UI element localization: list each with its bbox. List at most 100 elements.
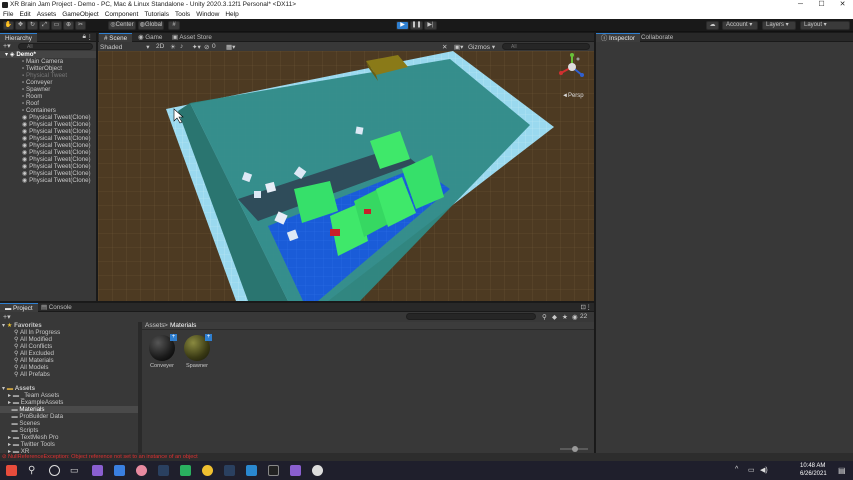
favorite-item[interactable]: ⚲ All Prefabs <box>0 371 138 378</box>
tray-chevron-icon[interactable]: ^ <box>735 466 738 473</box>
more-menu-icon[interactable]: ⋮ <box>87 33 94 41</box>
hierarchy-item[interactable]: ▪ Physical Tweet <box>0 72 96 79</box>
filter-label-icon[interactable]: ◆ <box>552 313 557 321</box>
shading-mode-dropdown[interactable]: Shaded ▾ <box>100 43 150 51</box>
clock-time[interactable]: 10:48 AM <box>800 463 825 469</box>
visual-studio-icon[interactable] <box>92 465 103 476</box>
windows-start-icon[interactable] <box>6 465 17 476</box>
camera-icon[interactable]: ▣▾ <box>454 43 463 51</box>
hierarchy-item[interactable]: ▫ Main Camera <box>0 58 96 65</box>
menu-file[interactable]: File <box>0 10 16 19</box>
steam-icon[interactable] <box>224 465 235 476</box>
hierarchy-item[interactable]: ◉ Physical Tweet(Clone) <box>0 149 96 156</box>
breadcrumb-assets[interactable]: Assets <box>145 322 165 330</box>
tree-scrollbar[interactable] <box>138 322 142 454</box>
hierarchy-search-input[interactable] <box>18 43 93 50</box>
scene-viewport[interactable] <box>98 51 594 301</box>
transform-tool-button[interactable]: ⊕ <box>63 21 74 30</box>
app-icon[interactable] <box>136 465 147 476</box>
hierarchy-item[interactable]: ◉ Physical Tweet(Clone) <box>0 156 96 163</box>
pivot-global-toggle[interactable]: ◍Global <box>138 21 164 30</box>
folder-item[interactable]: ▬ ProBuilder Data <box>0 413 138 420</box>
scale-tool-button[interactable]: ⤢ <box>39 21 50 30</box>
folder-item[interactable]: ▸ ▬ ExampleAssets <box>0 399 138 406</box>
favorite-item[interactable]: ⚲ All Models <box>0 364 138 371</box>
app-icon[interactable] <box>246 465 257 476</box>
network-icon[interactable]: ▭ <box>748 466 755 474</box>
folder-item[interactable]: ▬ Scripts <box>0 427 138 434</box>
menu-help[interactable]: Help <box>222 10 241 19</box>
add-object-button[interactable]: +▾ <box>3 42 11 50</box>
volume-icon[interactable]: ◀) <box>760 466 768 474</box>
favorite-item[interactable]: ⚲ All In Progress <box>0 329 138 336</box>
custom-tool-button[interactable]: ✂ <box>75 21 86 30</box>
folder-item[interactable]: ▬ Scenes <box>0 420 138 427</box>
chrome-icon[interactable] <box>202 465 213 476</box>
tab-scene[interactable]: # Scene <box>99 33 133 42</box>
hierarchy-item[interactable]: ▫ Conveyer <box>0 79 96 86</box>
unity-icon[interactable] <box>268 465 279 476</box>
folder-item-selected[interactable]: ▬ Materials <box>0 406 138 413</box>
folder-item[interactable]: ▸ ▬ _Team Assets <box>0 392 138 399</box>
hierarchy-item[interactable]: ▫ Room <box>0 93 96 100</box>
layers-dropdown[interactable]: Layers ▾ <box>762 21 796 30</box>
lighting-toggle-icon[interactable]: ☀ <box>170 43 176 51</box>
create-asset-button[interactable]: +▾ <box>3 313 11 321</box>
breadcrumb-materials[interactable]: Materials <box>170 322 196 330</box>
rect-tool-button[interactable]: ▭ <box>51 21 62 30</box>
more-menu-icon[interactable]: ⋮ <box>586 303 593 311</box>
project-search-input[interactable] <box>406 313 536 320</box>
menu-tools[interactable]: Tools <box>172 10 193 19</box>
favorite-item[interactable]: ⚲ All Modified <box>0 336 138 343</box>
menu-gameobject[interactable]: GameObject <box>59 10 102 19</box>
menu-assets[interactable]: Assets <box>34 10 60 19</box>
scene-search-input[interactable] <box>502 43 590 50</box>
cortana-icon[interactable] <box>49 465 60 476</box>
hierarchy-item[interactable]: ◉ Physical Tweet(Clone) <box>0 163 96 170</box>
minimize-button[interactable]: ─ <box>790 0 811 10</box>
hierarchy-item[interactable]: ◉ Physical Tweet(Clone) <box>0 128 96 135</box>
cloud-icon[interactable]: ☁ <box>706 21 719 30</box>
favorites-header[interactable]: ▾ ★ Favorites <box>0 322 138 329</box>
tab-inspector[interactable]: ⓘ Inspector <box>596 33 640 42</box>
visual-studio-icon[interactable] <box>290 465 301 476</box>
tab-asset-store[interactable]: ▣ Asset Store <box>167 33 217 42</box>
hidden-packages-icon[interactable]: ◉ <box>572 313 578 321</box>
gizmos-dropdown[interactable]: Gizmos ▾ <box>468 43 495 51</box>
hierarchy-item[interactable]: ◉ Physical Tweet(Clone) <box>0 114 96 121</box>
rotate-tool-button[interactable]: ↻ <box>27 21 38 30</box>
tab-collaborate[interactable]: Collaborate <box>636 33 678 42</box>
audio-toggle-icon[interactable]: ♪ <box>180 43 183 50</box>
layout-dropdown[interactable]: Layout ▾ <box>800 21 850 30</box>
move-tool-button[interactable]: ✥ <box>15 21 26 30</box>
play-button[interactable]: ▶ <box>396 21 409 30</box>
search-icon[interactable]: ⚲ <box>28 465 39 476</box>
menu-window[interactable]: Window <box>193 10 222 19</box>
folder-item[interactable]: ▸ ▬ TextMesh Pro <box>0 434 138 441</box>
favorite-item[interactable]: ⚲ All Excluded <box>0 350 138 357</box>
notifications-icon[interactable]: ▤ <box>838 466 846 475</box>
menu-edit[interactable]: Edit <box>16 10 33 19</box>
grid-snap-button[interactable]: # <box>168 21 180 30</box>
hierarchy-item[interactable]: ▫ Spawner <box>0 86 96 93</box>
material-asset[interactable]: + <box>184 334 212 361</box>
unity-hub-icon[interactable] <box>312 465 323 476</box>
effects-toggle-icon[interactable]: ✦▾ <box>192 43 201 51</box>
menu-component[interactable]: Component <box>102 10 142 19</box>
hand-tool-button[interactable]: ✋ <box>3 21 14 30</box>
status-bar[interactable]: ⊘ NullReferenceException: Object referen… <box>0 453 853 461</box>
scene-root-row[interactable]: ▾ ◈ Demo* <box>0 51 96 58</box>
close-button[interactable]: ✕ <box>832 0 853 10</box>
hierarchy-item[interactable]: ◉ Physical Tweet(Clone) <box>0 170 96 177</box>
menu-tutorials[interactable]: Tutorials <box>141 10 172 19</box>
pause-button[interactable]: ❚❚ <box>410 21 423 30</box>
favorite-item[interactable]: ⚲ All Conflicts <box>0 343 138 350</box>
app-icon[interactable] <box>180 465 191 476</box>
filter-type-icon[interactable]: ⚲ <box>542 313 547 321</box>
hierarchy-item[interactable]: ▫ Containers <box>0 107 96 114</box>
tab-hierarchy[interactable]: Hierarchy <box>0 33 37 42</box>
save-search-icon[interactable]: ★ <box>562 313 568 321</box>
favorite-item[interactable]: ⚲ All Materials <box>0 357 138 364</box>
account-dropdown[interactable]: Account ▾ <box>722 21 758 30</box>
icon-size-slider-thumb[interactable] <box>572 446 578 452</box>
